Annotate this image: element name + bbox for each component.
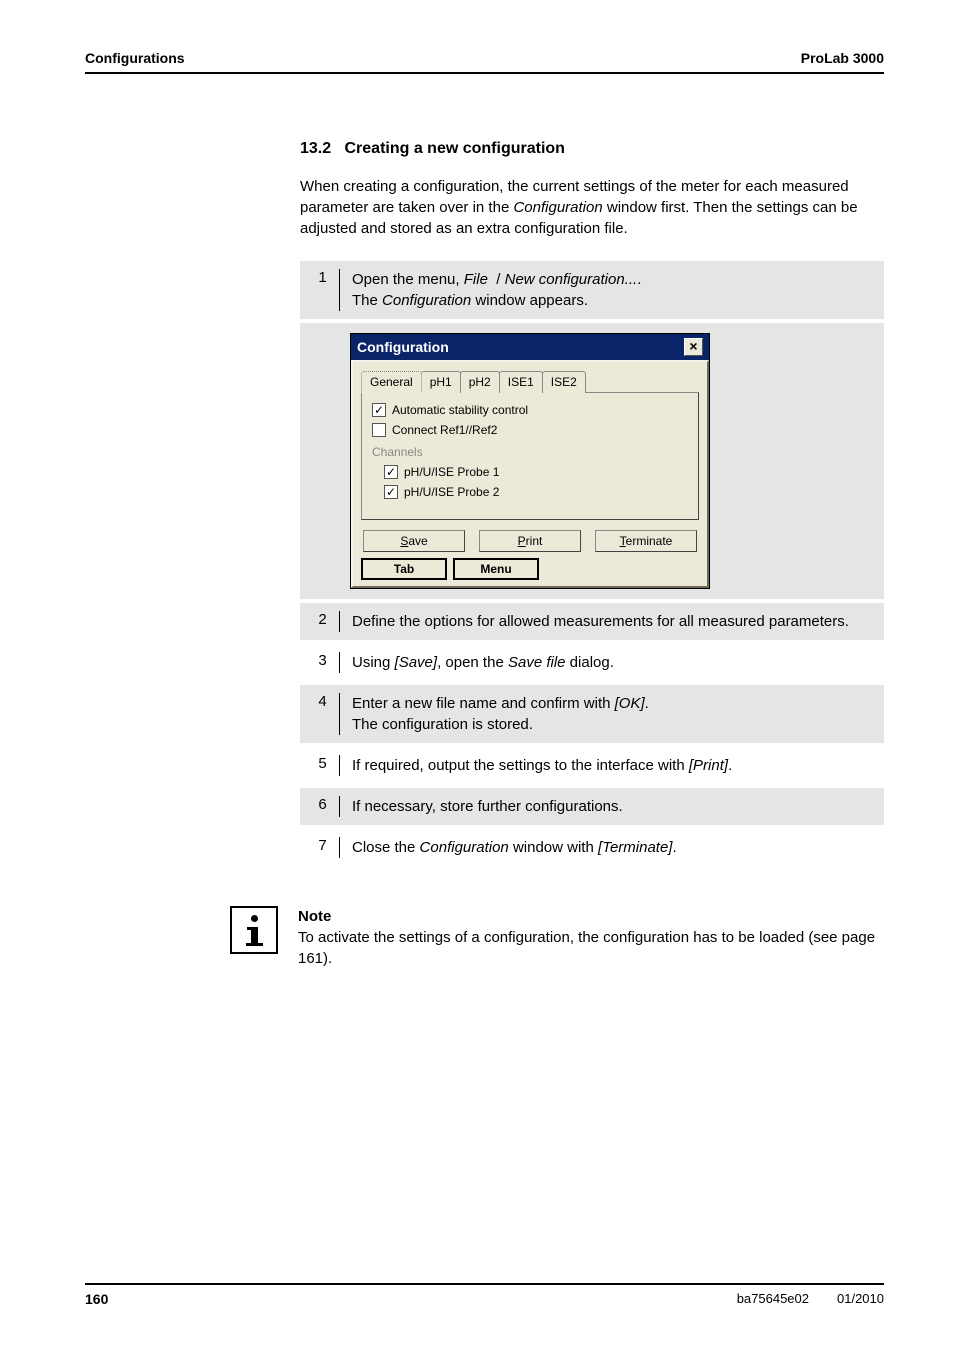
page-number: 160 [85,1291,108,1307]
step-1-text: Open the menu, File / New configuration.… [340,269,641,311]
terminate-button[interactable]: Terminate [595,530,697,552]
tab-ph2[interactable]: pH2 [460,371,500,393]
menu-button[interactable]: Menu [453,558,539,580]
checkbox-probe2[interactable]: ✓ [384,485,398,499]
step-7: 7 Close the Configuration window with [T… [300,829,884,866]
tab-general[interactable]: General [361,371,422,393]
tab-ise2[interactable]: ISE2 [542,371,586,393]
step-7-text: Close the Configuration window with [Ter… [340,837,677,858]
step-3-number: 3 [312,652,340,673]
footer-code: ba75645e02 [737,1291,809,1307]
step-1: 1 Open the menu, File / New configuratio… [300,261,884,319]
step-7-number: 7 [312,837,340,858]
step-6-text: If necessary, store further configuratio… [340,796,623,817]
note-title: Note [298,906,884,927]
note-body: Note To activate the settings of a confi… [298,906,884,969]
section-number: 13.2 [300,140,331,157]
tab-panel-general: ✓ Automatic stability control Connect Re… [361,393,699,520]
save-button[interactable]: Save [363,530,465,552]
close-icon[interactable]: × [684,338,703,356]
section-title: Creating a new configuration [344,140,564,157]
label-probe2: pH/U/ISE Probe 2 [404,485,499,499]
print-button[interactable]: Print [479,530,581,552]
step-5-text: If required, output the settings to the … [340,755,732,776]
dialog-title: Configuration [357,339,449,355]
page-footer: 160 ba75645e02 01/2010 [85,1283,884,1307]
step-2-text: Define the options for allowed measureme… [340,611,849,632]
header-left: Configurations [85,50,185,66]
step-4: 4 Enter a new file name and confirm with… [300,685,884,743]
screenshot-container: Configuration × General pH1 pH2 ISE1 ISE… [300,323,884,599]
header-right: ProLab 3000 [801,50,884,66]
step-3: 3 Using [Save], open the Save file dialo… [300,644,884,681]
tab-strip: General pH1 pH2 ISE1 ISE2 [361,370,699,393]
dialog-titlebar: Configuration × [351,334,709,360]
group-channels: Channels [372,445,688,459]
step-4-number: 4 [312,693,340,735]
checkbox-probe1[interactable]: ✓ [384,465,398,479]
step-1-number: 1 [312,269,340,311]
step-4-text: Enter a new file name and confirm with [… [340,693,649,735]
step-5: 5 If required, output the settings to th… [300,747,884,784]
configuration-dialog: Configuration × General pH1 pH2 ISE1 ISE… [350,333,710,589]
footer-date: 01/2010 [837,1291,884,1307]
note-text: To activate the settings of a configurat… [298,927,884,969]
label-probe1: pH/U/ISE Probe 1 [404,465,499,479]
step-3-text: Using [Save], open the Save file dialog. [340,652,614,673]
tab-ph1[interactable]: pH1 [421,371,461,393]
label-connect-ref: Connect Ref1//Ref2 [392,423,497,437]
info-icon [230,906,278,954]
tab-button[interactable]: Tab [361,558,447,580]
checkbox-auto-stability[interactable]: ✓ [372,403,386,417]
section-heading: 13.2 Creating a new configuration [300,140,884,158]
tab-ise1[interactable]: ISE1 [499,371,543,393]
step-6-number: 6 [312,796,340,817]
step-2-number: 2 [312,611,340,632]
intro-em-configuration: Configuration [513,199,602,216]
checkbox-connect-ref[interactable] [372,423,386,437]
intro-paragraph: When creating a configuration, the curre… [300,176,884,239]
step-2: 2 Define the options for allowed measure… [300,603,884,640]
step-5-number: 5 [312,755,340,776]
label-auto-stability: Automatic stability control [392,403,528,417]
step-6: 6 If necessary, store further configurat… [300,788,884,825]
